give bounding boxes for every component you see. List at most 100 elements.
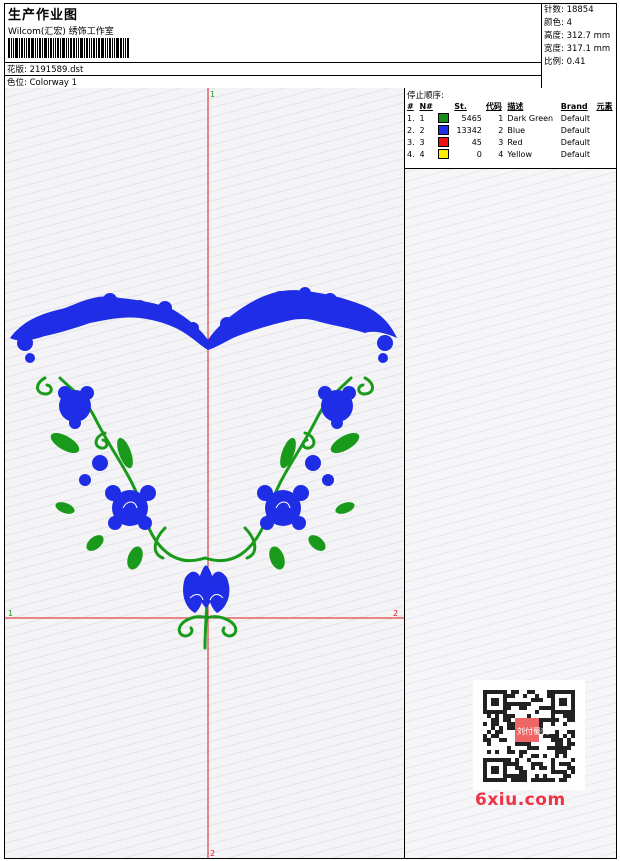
qr-module [571,730,575,734]
qr-module [503,714,507,718]
qr-module [543,766,547,770]
qr-module [519,770,523,774]
qr-module [531,746,535,750]
barcode-bar [114,38,115,58]
barcode-bar [93,38,95,58]
qr-module [511,762,515,766]
barcode-bar [60,38,61,58]
barcode-bar [66,38,67,58]
qr-module [487,750,491,754]
qr-module [531,690,535,694]
qr-module [495,714,499,718]
qr-module [539,762,543,766]
qr-module [551,722,555,726]
qr-module [515,766,519,770]
color-swatch [438,125,450,135]
qr-module [547,746,551,750]
qr-module [535,762,539,766]
qr-module [551,738,555,742]
qr-module [555,770,559,774]
qr-module [531,762,535,766]
qr-module [571,742,575,746]
qr-module [563,770,567,774]
qr-module [507,726,511,730]
qr-module [495,750,499,754]
stat-stitches: 针数: 18854 [544,5,594,15]
barcode-bar [39,38,41,58]
qr-module [551,734,555,738]
qr-module [543,754,547,758]
qr-module [519,774,523,778]
page-title: 生产作业图 [8,8,79,23]
qr-module [511,702,515,706]
stop-sequence-box: 停止顺序: # N# St. 代码 描述 Brand 元素 1. 1 5465 1 Da… [405,88,616,169]
stat-height: 高度: 312.7 mm [544,31,611,41]
qr-module [539,778,543,782]
qr-module [515,758,519,762]
qr-module [531,766,535,770]
qr-module [567,738,571,742]
qr-module [515,774,519,778]
qr-module [483,734,487,738]
qr-module [519,754,523,758]
qr-module [519,702,523,706]
production-sheet: 生产作业图 Wilcom(汇宏) 绣饰工作室 花版: 2191589.dst 色… [4,3,617,859]
qr-module [491,734,495,738]
axis-bottom-label: 2 [210,849,215,858]
qr-module [499,726,503,730]
design-canvas[interactable]: 1 2 1 2 [5,88,405,858]
qr-module [535,698,539,702]
row-brand: Default [560,137,591,147]
row-code: 2 [498,125,504,135]
qr-module [555,730,559,734]
qr-module [543,718,547,722]
barcode-bar [8,38,10,58]
col-swatch [436,101,452,112]
barcode-bar [50,38,52,58]
qr-module [523,702,527,706]
barcode-bar [24,38,25,58]
row-index: 4. [407,149,415,159]
table-row: 2. 2 13342 2 Blue Default [405,124,616,136]
qr-module [511,778,515,782]
row-number: 1 [419,113,425,123]
barcode-bar [28,38,30,58]
qr-module [563,734,567,738]
col-element: 元素 [596,102,613,111]
barcode-bar [62,38,65,58]
qr-module [535,774,539,778]
qr-module [547,694,551,698]
qr-module [559,778,563,782]
qr-module [523,742,527,746]
qr-module [511,722,515,726]
qr-module [551,758,555,762]
col-code: 代码 [485,102,502,111]
qr-module [563,754,567,758]
qr-module [491,726,495,730]
qr-module [543,706,547,710]
barcode-bar [109,38,111,58]
row-index: 3. [407,137,415,147]
barcode-bar [76,38,77,58]
barcode-bar [57,38,59,58]
row-stitches: 5465 [461,113,482,123]
barcode-bar [13,38,14,58]
qr-module [563,778,567,782]
qr-module [555,718,559,722]
table-row: 4. 4 0 4 Yellow Default [405,148,616,160]
barcode-bar [15,38,18,58]
qr-module [507,702,511,706]
color-swatch [438,149,450,159]
row-brand: Default [560,149,591,159]
watermark-text: 6xiu.com [475,790,566,810]
qr-module [511,694,515,698]
stat-scale: 比例: 0.41 [544,57,586,67]
axis-left-label: 1 [8,609,13,618]
barcode-bar [11,38,12,58]
barcode-bar [68,38,69,58]
qr-module [543,774,547,778]
qr-module [495,730,499,734]
barcode-bar [96,38,97,58]
stop-sequence-title: 停止顺序: [407,91,444,101]
qr-module [499,738,503,742]
